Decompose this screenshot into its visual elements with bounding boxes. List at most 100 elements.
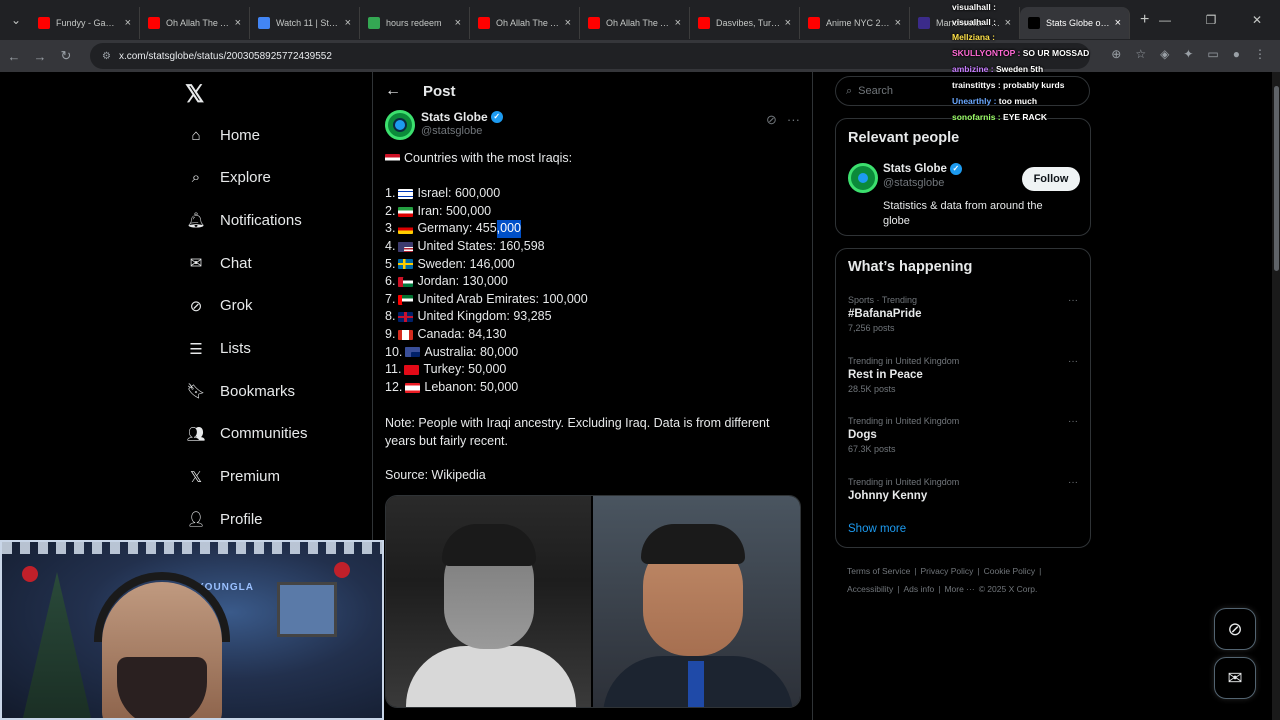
nav-item-lists[interactable]: ☰ Lists — [185, 334, 251, 364]
close-tab-icon[interactable]: × — [675, 17, 681, 29]
colon: : — [473, 379, 481, 394]
more-icon[interactable]: ··· — [787, 112, 800, 128]
list-number: 1. — [385, 186, 396, 201]
more-icon[interactable]: ··· — [1068, 416, 1078, 427]
rp-handle[interactable]: @statsglobe — [883, 177, 962, 189]
scrollbar-thumb[interactable] — [1274, 86, 1279, 271]
forward-icon[interactable]: → — [28, 49, 52, 64]
browser-tab[interactable]: Anime NYC 2025 × — [800, 7, 910, 39]
nav-item-home[interactable]: ⌂ Home — [185, 120, 260, 150]
nav-label: Chat — [220, 254, 252, 272]
footer-link[interactable]: Ads info — [904, 584, 935, 594]
footer-link[interactable]: © 2025 X Corp. — [979, 584, 1038, 594]
avatar[interactable] — [848, 163, 878, 193]
back-icon[interactable]: ← — [2, 49, 26, 64]
grok-fab-icon[interactable]: ⊘ — [1214, 608, 1256, 650]
more-icon[interactable]: ··· — [1068, 477, 1078, 488]
zoom-icon[interactable]: ⊕ — [1111, 47, 1121, 61]
footer-link[interactable]: Accessibility — [847, 584, 893, 594]
post-photo-left[interactable] — [386, 496, 593, 707]
close-tab-icon[interactable]: × — [235, 17, 241, 29]
browser-tab[interactable]: Stats Globe on X: × — [1020, 7, 1130, 39]
chat-user: ambizine : — [952, 64, 994, 74]
close-tab-icon[interactable]: × — [565, 17, 571, 29]
more-icon[interactable]: ··· — [1068, 295, 1078, 306]
christmas-tree — [22, 572, 92, 718]
grok-icon: ⊘ — [189, 297, 203, 315]
trend-item[interactable]: Trending in United Kingdom Dogs 67.3K post… — [848, 416, 1078, 454]
more-icon[interactable]: ··· — [1068, 356, 1078, 367]
post-note: Note: People with Iraqi ancestry. Exclud… — [385, 416, 770, 448]
nav-item-bookmarks[interactable]: 🔖︎ Bookmarks — [185, 376, 295, 406]
close-tab-icon[interactable]: × — [785, 17, 791, 29]
rp-name[interactable]: Stats Globe — [883, 163, 947, 175]
browser-tab[interactable]: Oh Allah The Almi × — [580, 7, 690, 39]
messages-fab-icon[interactable]: ✉ — [1214, 657, 1256, 699]
close-tab-icon[interactable]: × — [1005, 17, 1011, 29]
close-tab-icon[interactable]: × — [345, 17, 351, 29]
follow-button[interactable]: Follow — [1022, 167, 1080, 191]
nav-item-grok[interactable]: ⊘ Grok — [185, 291, 253, 321]
profile-icon[interactable]: ● — [1233, 47, 1240, 61]
site-info-icon[interactable]: ⚙ — [102, 51, 111, 62]
nav-label: Profile — [220, 510, 263, 528]
browser-tab[interactable]: Oh Allah The Almi × — [140, 7, 250, 39]
reload-icon[interactable]: ↻ — [54, 48, 78, 64]
menu-icon[interactable]: ⋮ — [1254, 47, 1266, 61]
nav-item-premium[interactable]: 𝕏 Premium — [185, 462, 280, 492]
show-more-link[interactable]: Show more — [848, 523, 906, 535]
country-name: Israel — [417, 186, 449, 201]
avatar[interactable] — [385, 110, 415, 140]
trend-item[interactable]: Sports · Trending #BafanaPride 7,256 posts… — [848, 295, 1078, 333]
close-tab-icon[interactable]: × — [125, 17, 131, 29]
grok-icon[interactable]: ⊘ — [766, 112, 777, 128]
country-name: Jordan — [417, 274, 456, 289]
country-value: 100,000 — [542, 291, 588, 306]
post-photo-right[interactable] — [593, 496, 800, 707]
browser-tab[interactable]: Fundyy - Gamzen × — [30, 7, 140, 39]
x-logo-icon[interactable]: 𝕏 — [185, 80, 204, 109]
minimize-icon[interactable]: — — [1142, 13, 1188, 27]
close-window-icon[interactable]: ✕ — [1234, 13, 1280, 27]
trend-item[interactable]: Trending in United Kingdom Rest in Peace 2… — [848, 356, 1078, 394]
author-name[interactable]: Stats Globe — [421, 110, 488, 124]
footer-link[interactable]: More ··· — [944, 584, 974, 594]
back-arrow-icon[interactable]: ← — [385, 82, 401, 100]
browser-tab[interactable]: Oh Allah The Almi × — [470, 7, 580, 39]
trend-item[interactable]: Trending in United Kingdom Johnny Kenny ··… — [848, 477, 1078, 502]
puzzle-icon[interactable]: ✦ — [1183, 47, 1193, 61]
list-item: 5. Sweden: 146,000 — [385, 256, 795, 274]
jordan-flag-icon — [398, 276, 414, 287]
browser-tab[interactable]: Watch 11 | Stream × — [250, 7, 360, 39]
close-tab-icon[interactable]: × — [455, 17, 461, 29]
verified-badge-icon: ✓ — [949, 163, 962, 175]
tab-search-icon[interactable]: ⌄ — [2, 6, 30, 34]
restore-icon[interactable]: ❐ — [1188, 13, 1234, 27]
nav-item-notifications[interactable]: 🔔︎ Notifications — [185, 205, 301, 235]
post-media[interactable] — [385, 495, 801, 708]
footer-link[interactable]: Terms of Service — [847, 566, 910, 576]
footer-link[interactable]: Cookie Policy — [984, 566, 1036, 576]
country-name: Germany — [417, 221, 469, 236]
nav-item-profile[interactable]: 👤︎ Profile — [185, 504, 263, 534]
close-tab-icon[interactable]: × — [1115, 17, 1121, 29]
sidepanel-icon[interactable]: ▭ — [1207, 47, 1218, 61]
list-number: 11. — [385, 362, 402, 377]
browser-tab[interactable]: hours redeem × — [360, 7, 470, 39]
footer-link[interactable]: Privacy Policy — [921, 566, 974, 576]
url-field[interactable]: ⚙ x.com/statsglobe/status/20030589257724… — [90, 43, 1090, 69]
nav-item-chat[interactable]: ✉ Chat — [185, 248, 252, 278]
close-tab-icon[interactable]: × — [895, 17, 901, 29]
author-handle[interactable]: @statsglobe — [421, 125, 503, 137]
chat-message: ambizine : Sweden 5th — [952, 64, 1043, 74]
bookmark-star-icon[interactable]: ☆ — [1135, 47, 1146, 61]
nav-label: Grok — [220, 297, 253, 315]
post-author[interactable]: Stats Globe ✓ @statsglobe — [385, 110, 503, 140]
nav-label: Lists — [220, 340, 251, 357]
nav-item-explore[interactable]: ⌕ Explore — [185, 163, 271, 193]
colon: : — [438, 203, 446, 218]
browser-tab[interactable]: Dasvibes, Turbule × — [690, 7, 800, 39]
extension-icon[interactable]: ◈ — [1160, 47, 1169, 61]
nav-item-communities[interactable]: 👥︎ Communities — [185, 419, 307, 449]
page-scrollbar[interactable] — [1272, 72, 1280, 720]
